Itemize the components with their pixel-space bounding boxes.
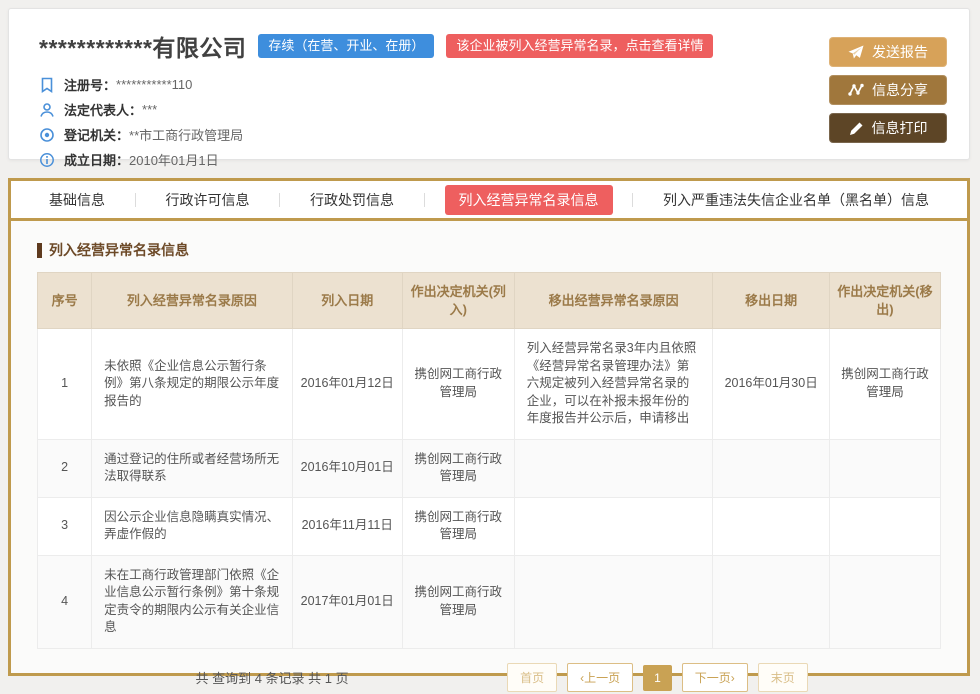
tab-item[interactable]: 行政处罚信息 [300,185,404,215]
info-label: 注册号： [64,75,116,94]
pagination: 首页 ‹上一页 1 下一页› 末页 [507,663,808,692]
table-cell [514,555,713,648]
tab-item-active[interactable]: 列入经营异常名录信息 [445,185,613,215]
info-label: 登记机关： [64,125,129,144]
company-header-card: ************有限公司 存续（在营、开业、在册） 该企业被列入经营异常… [8,8,970,160]
table-cell [514,439,713,497]
column-header: 作出决定机关(列入) [402,273,514,329]
location-icon [39,127,55,143]
table-body: 1未依照《企业信息公示暂行条例》第八条规定的期限公示年度报告的2016年01月1… [38,329,941,649]
column-header: 列入日期 [292,273,402,329]
pencil-icon [849,121,864,136]
table-cell: 4 [38,555,92,648]
share-nodes-icon [848,83,864,97]
panel-content: 列入经营异常名录信息 序号列入经营异常名录原因列入日期作出决定机关(列入)移出经… [11,221,967,694]
paper-plane-icon [848,45,864,59]
abnormal-list-table: 序号列入经营异常名录原因列入日期作出决定机关(列入)移出经营异常名录原因移出日期… [37,272,941,649]
last-page-button[interactable]: 末页 [758,663,808,692]
column-header: 移出日期 [713,273,829,329]
table-row: 1未依照《企业信息公示暂行条例》第八条规定的期限公示年度报告的2016年01月1… [38,329,941,440]
registration-icon [39,77,55,93]
establishment-date-row: 成立日期： 2010年01月1日 [39,147,817,172]
info-label: 法定代表人： [64,100,142,119]
table-cell [713,439,829,497]
section-title-text: 列入经营异常名录信息 [49,240,189,260]
table-row: 2通过登记的住所或者经营场所无法取得联系2016年10月01日携创网工商行政管理… [38,439,941,497]
info-value: **市工商行政管理局 [129,125,243,144]
company-summary: ************有限公司 存续（在营、开业、在册） 该企业被列入经营异常… [9,9,817,159]
table-cell [514,497,713,555]
column-header: 移出经营异常名录原因 [514,273,713,329]
column-header: 作出决定机关(移出) [829,273,940,329]
print-info-button[interactable]: 信息打印 [829,113,947,143]
info-value: ***********110 [116,77,192,92]
main-panel: 基础信息行政许可信息行政处罚信息列入经营异常名录信息列入严重违法失信企业名单（黑… [8,178,970,676]
registration-authority-row: 登记机关： **市工商行政管理局 [39,122,817,147]
table-cell: 通过登记的住所或者经营场所无法取得联系 [92,439,292,497]
record-count-summary: 共 查询到 4 条记录 共 1 页 [37,668,507,687]
table-cell: 携创网工商行政管理局 [829,329,940,440]
status-badge: 存续（在营、开业、在册） [258,34,434,58]
share-info-button[interactable]: 信息分享 [829,75,947,105]
info-icon [39,152,55,168]
table-cell: 3 [38,497,92,555]
first-page-button[interactable]: 首页 [507,663,557,692]
table-cell: 未依照《企业信息公示暂行条例》第八条规定的期限公示年度报告的 [92,329,292,440]
table-cell: 未在工商行政管理部门依照《企业信息公示暂行条例》第十条规定责令的期限内公示有关企… [92,555,292,648]
tab-separator [279,193,280,207]
legal-representative-row: 法定代表人： *** [39,97,817,122]
registration-number-row: 注册号： ***********110 [39,72,817,97]
table-cell [713,497,829,555]
table-cell [713,555,829,648]
company-name: ************有限公司 [39,29,246,63]
table-cell: 携创网工商行政管理局 [402,497,514,555]
table-cell: 2016年11月11日 [292,497,402,555]
tab-separator [135,193,136,207]
prev-page-button[interactable]: ‹上一页 [567,663,633,692]
table-cell: 2016年01月30日 [713,329,829,440]
action-button-label: 发送报告 [872,42,928,62]
table-cell: 2017年01月01日 [292,555,402,648]
tab-separator [424,193,425,207]
abnormal-warning-badge[interactable]: 该企业被列入经营异常名录，点击查看详情 [446,34,713,58]
tab-separator [632,193,633,207]
table-cell: 1 [38,329,92,440]
table-cell: 携创网工商行政管理局 [402,329,514,440]
next-page-button[interactable]: 下一页› [682,663,748,692]
info-value: *** [142,102,157,117]
table-cell: 携创网工商行政管理局 [402,439,514,497]
table-footer: 共 查询到 4 条记录 共 1 页 首页 ‹上一页 1 下一页› 末页 [37,662,941,694]
action-button-label: 信息分享 [872,80,928,100]
action-button-label: 信息打印 [872,118,928,138]
person-icon [39,102,55,118]
table-cell [829,555,940,648]
table-row: 4未在工商行政管理部门依照《企业信息公示暂行条例》第十条规定责令的期限内公示有关… [38,555,941,648]
table-cell [829,439,940,497]
info-value: 2010年01月1日 [129,150,219,169]
info-label: 成立日期： [64,150,129,169]
tab-item[interactable]: 行政许可信息 [156,185,260,215]
section-title: 列入经营异常名录信息 [37,240,941,260]
company-info-list: 注册号： ***********110 法定代表人： *** 登记机关： **市… [39,72,817,172]
table-header-row: 序号列入经营异常名录原因列入日期作出决定机关(列入)移出经营异常名录原因移出日期… [38,273,941,329]
column-header: 列入经营异常名录原因 [92,273,292,329]
header-actions: 发送报告 信息分享 信息打印 [817,9,969,159]
tab-item[interactable]: 列入严重违法失信企业名单（黑名单）信息 [653,185,939,215]
send-report-button[interactable]: 发送报告 [829,37,947,67]
table-row: 3因公示企业信息隐瞒真实情况、弄虚作假的2016年11月11日携创网工商行政管理… [38,497,941,555]
table-cell [829,497,940,555]
table-cell: 2 [38,439,92,497]
table-cell: 因公示企业信息隐瞒真实情况、弄虚作假的 [92,497,292,555]
page-1-button[interactable]: 1 [643,665,672,691]
column-header: 序号 [38,273,92,329]
table-cell: 列入经营异常名录3年内且依照《经营异常名录管理办法》第六规定被列入经营异常名录的… [514,329,713,440]
table-cell: 2016年10月01日 [292,439,402,497]
section-title-bar [37,243,42,258]
tab-item[interactable]: 基础信息 [39,185,115,215]
table-cell: 2016年01月12日 [292,329,402,440]
tab-bar: 基础信息 行政许可信息 行政处罚信息 列入经营异常名录信息 列入严重违法失信企业名单（黑… [11,181,967,221]
table-cell: 携创网工商行政管理局 [402,555,514,648]
